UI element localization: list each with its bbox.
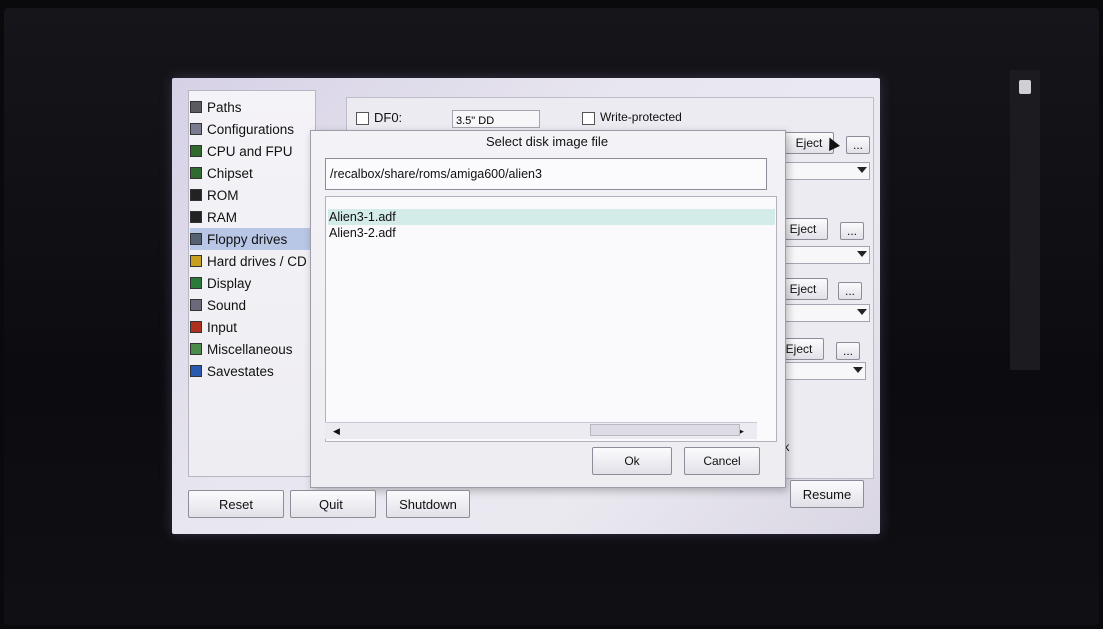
sidebar-item-savestates[interactable]: Savestates — [190, 360, 312, 382]
df0-drive-type-select[interactable]: 3.5" DD — [452, 110, 540, 128]
file-list: .. Alien3-1.adf Alien3-2.adf — [325, 196, 777, 442]
floppy-icon — [190, 233, 202, 245]
sidebar-item-rom[interactable]: ROM — [190, 184, 312, 206]
sidebar-item-configurations[interactable]: Configurations — [190, 118, 312, 140]
sidebar-item-label: Savestates — [207, 363, 274, 379]
df3-image-select[interactable] — [774, 362, 866, 380]
ram-icon — [190, 211, 202, 223]
cpu-icon — [190, 145, 202, 157]
browse-button-df0[interactable]: ... — [846, 136, 870, 154]
sidebar-item-hard-drives-cd[interactable]: Hard drives / CD — [190, 250, 312, 272]
path-field[interactable]: /recalbox/share/roms/amiga600/alien3 — [325, 158, 767, 190]
sidebar-item-chipset[interactable]: Chipset — [190, 162, 312, 184]
df0-label: DF0: — [374, 110, 403, 125]
display-icon — [190, 277, 202, 289]
monitor-side-panel — [1010, 70, 1040, 370]
browse-button-df3[interactable]: ... — [836, 342, 860, 360]
cancel-button[interactable]: Cancel — [684, 447, 760, 475]
rom-icon — [190, 189, 202, 201]
sidebar-item-cpu-and-fpu[interactable]: CPU and FPU — [190, 140, 312, 162]
input-icon — [190, 321, 202, 333]
sidebar-item-label: Floppy drives — [207, 231, 288, 247]
scrollbar-thumb[interactable] — [590, 424, 740, 436]
sidebar-item-label: Configurations — [207, 121, 295, 137]
df0-enabled-checkbox[interactable] — [356, 112, 369, 125]
ok-button[interactable]: Ok — [592, 447, 672, 475]
savestates-icon — [190, 365, 202, 377]
browse-button-df1[interactable]: ... — [840, 222, 864, 240]
sound-icon — [190, 299, 202, 311]
reset-button[interactable]: Reset — [188, 490, 284, 518]
sidebar-item-input[interactable]: Input — [190, 316, 312, 338]
sidebar-item-label: Miscellaneous — [207, 341, 293, 357]
sidebar-item-sound[interactable]: Sound — [190, 294, 312, 316]
sidebar-item-label: Input — [207, 319, 238, 335]
sidebar-item-label: CPU and FPU — [207, 143, 293, 159]
chevron-down-icon — [857, 309, 867, 315]
sidebar-item-label: Chipset — [207, 165, 253, 181]
chipset-icon — [190, 167, 202, 179]
chevron-down-icon — [853, 367, 863, 373]
sidebar-item-miscellaneous[interactable]: Miscellaneous — [190, 338, 312, 360]
shutdown-button[interactable]: Shutdown — [386, 490, 470, 518]
df1-image-select[interactable] — [778, 246, 870, 264]
harddrive-icon — [190, 255, 202, 267]
sidebar-item-label: Paths — [207, 99, 242, 115]
sidebar-item-label: RAM — [207, 209, 237, 225]
df2-image-select[interactable] — [778, 304, 870, 322]
sidebar-item-label: Sound — [207, 297, 247, 313]
browse-button-df2[interactable]: ... — [838, 282, 862, 300]
chevron-down-icon — [857, 251, 867, 257]
sidebar-item-label: ROM — [207, 187, 239, 203]
misc-icon — [190, 343, 202, 355]
write-protected-checkbox[interactable] — [582, 112, 595, 125]
configurations-icon — [190, 123, 202, 135]
sidebar-item-label: Hard drives / CD — [207, 253, 307, 269]
monitor-button-icon — [1019, 80, 1031, 94]
list-item-alien3-2[interactable]: Alien3-2.adf — [328, 225, 775, 241]
sidebar-item-label: Display — [207, 275, 252, 291]
list-item-alien3-1[interactable]: Alien3-1.adf — [328, 209, 775, 225]
sidebar-item-display[interactable]: Display — [190, 272, 312, 294]
df0-drive-type-value: 3.5" DD — [456, 115, 495, 127]
sidebar-item-ram[interactable]: RAM — [190, 206, 312, 228]
sidebar-item-floppy-drives[interactable]: Floppy drives — [190, 228, 312, 250]
write-protected-label: Write-protected — [600, 110, 682, 124]
resume-button[interactable]: Resume — [790, 480, 864, 508]
dialog-title: Select disk image file — [485, 134, 609, 149]
quit-button[interactable]: Quit — [290, 490, 376, 518]
sidebar-item-paths[interactable]: Paths — [190, 96, 312, 118]
chevron-down-icon — [857, 167, 867, 173]
df0-image-select[interactable] — [784, 162, 870, 180]
scroll-left-icon[interactable]: ◀ — [333, 426, 340, 437]
paths-icon — [190, 101, 202, 113]
